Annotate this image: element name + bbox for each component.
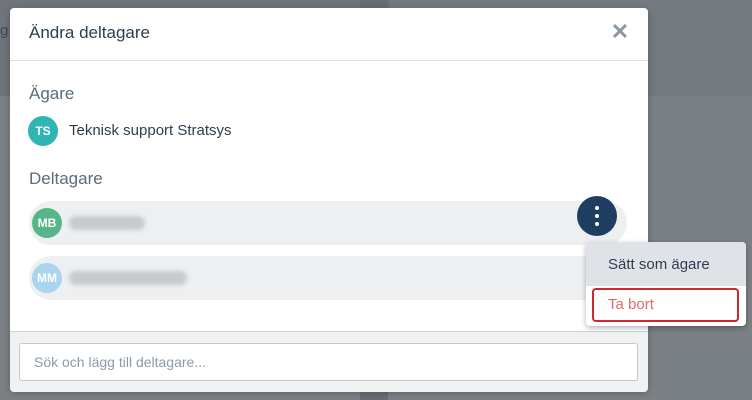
owner-name: Teknisk support Stratsys bbox=[69, 122, 232, 139]
avatar: MB bbox=[32, 208, 62, 238]
avatar: TS bbox=[28, 116, 58, 146]
participants-section-title: Deltagare bbox=[29, 169, 103, 188]
participant-row[interactable]: MM bbox=[29, 256, 627, 300]
owner-section-title: Ägare bbox=[29, 84, 75, 103]
dialog-title: Ändra deltagare bbox=[29, 23, 150, 42]
more-vertical-icon bbox=[595, 206, 599, 210]
edit-participants-dialog: Ändra deltagare ✕ Ägare TS Teknisk suppo… bbox=[10, 8, 648, 392]
participant-row[interactable]: MB bbox=[29, 201, 627, 245]
menu-item-label: Sätt som ägare bbox=[608, 256, 710, 273]
close-icon[interactable]: ✕ bbox=[610, 21, 630, 43]
participant-name-redacted bbox=[69, 271, 187, 285]
menu-item-label: Ta bort bbox=[608, 296, 654, 313]
owner-row: TS Teknisk support Stratsys bbox=[28, 116, 428, 146]
dialog-footer bbox=[10, 331, 648, 392]
background-text: g bbox=[0, 22, 9, 39]
more-options-button[interactable] bbox=[577, 196, 617, 236]
search-input[interactable] bbox=[19, 343, 638, 381]
participant-context-menu: Sätt som ägare Ta bort bbox=[586, 242, 746, 326]
menu-item-set-owner[interactable]: Sätt som ägare bbox=[586, 242, 746, 286]
menu-item-remove[interactable]: Ta bort bbox=[592, 288, 739, 322]
participant-name-redacted bbox=[69, 216, 145, 230]
dialog-header: Ändra deltagare ✕ bbox=[10, 8, 648, 61]
avatar: MM bbox=[32, 263, 62, 293]
